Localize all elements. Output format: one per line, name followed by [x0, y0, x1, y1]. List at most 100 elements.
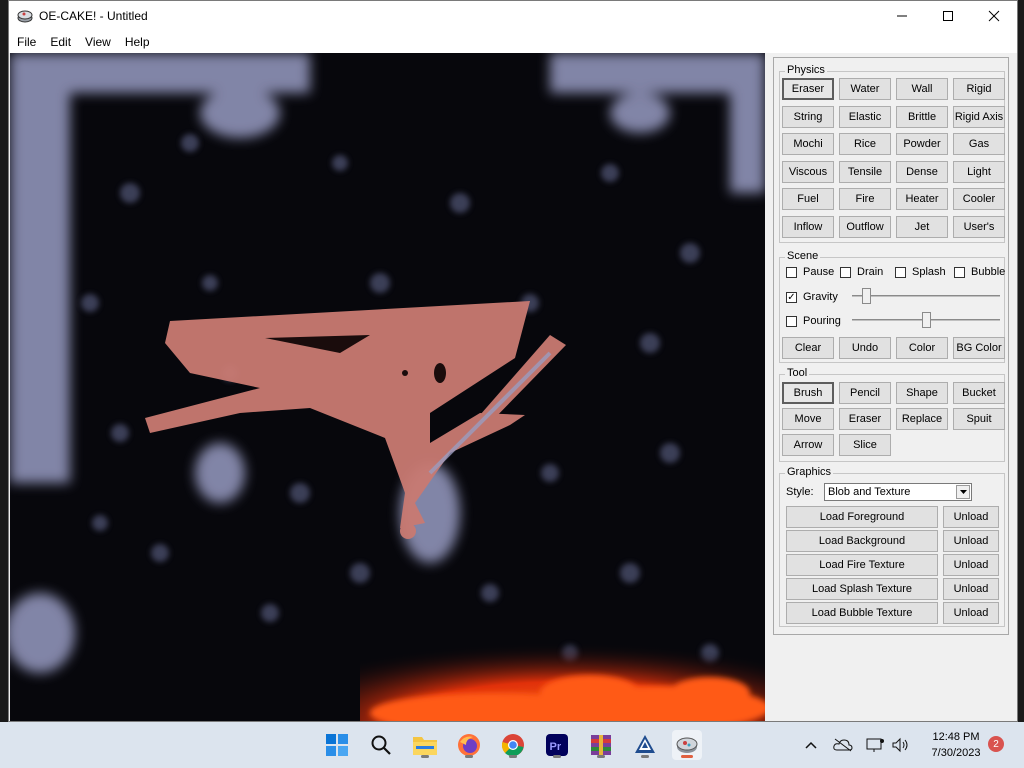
- control-panel: Physics Eraser Water Wall Rigid String Elasti…: [766, 53, 1016, 721]
- load-background-button[interactable]: Load Background: [786, 530, 938, 552]
- physics-gas-button[interactable]: Gas: [953, 133, 1005, 155]
- bubble-checkbox[interactable]: Bubble: [954, 266, 1005, 278]
- system-clock[interactable]: 12:48 PM 7/30/2023: [920, 729, 992, 761]
- tool-move-button[interactable]: Move: [782, 408, 834, 430]
- load-bubble-texture-button[interactable]: Load Bubble Texture: [786, 602, 938, 624]
- physics-elastic-button[interactable]: Elastic: [839, 105, 891, 128]
- splash-checkbox[interactable]: Splash: [895, 266, 946, 278]
- physics-inflow-button[interactable]: Inflow: [782, 215, 834, 238]
- oe-cake-app-icon: [17, 10, 33, 23]
- load-splash-texture-button[interactable]: Load Splash Texture: [786, 578, 938, 600]
- physics-brittle-button[interactable]: Brittle: [896, 105, 948, 128]
- volume-button[interactable]: [888, 730, 914, 760]
- graphics-group: Graphics Style: Blob and Texture Load Fo…: [779, 466, 1005, 627]
- pouring-slider[interactable]: [852, 312, 1000, 328]
- physics-heater-button[interactable]: Heater: [896, 188, 948, 210]
- taskbar-file-explorer[interactable]: [410, 730, 440, 760]
- unload-foreground-button[interactable]: Unload: [943, 506, 999, 528]
- physics-wall-button[interactable]: Wall: [896, 78, 948, 100]
- physics-water-button[interactable]: Water: [839, 78, 891, 100]
- unload-background-button[interactable]: Unload: [943, 530, 999, 552]
- search-button[interactable]: [366, 730, 396, 760]
- maximize-button[interactable]: [925, 1, 971, 31]
- drain-checkbox[interactable]: Drain: [840, 266, 883, 278]
- title-bar[interactable]: OE-CAKE! - Untitled: [9, 1, 1017, 31]
- clear-button[interactable]: Clear: [782, 337, 834, 359]
- taskbar-premiere-pro[interactable]: Pr: [542, 730, 572, 760]
- load-foreground-button[interactable]: Load Foreground: [786, 506, 938, 528]
- gravity-slider-thumb[interactable]: [862, 288, 871, 304]
- chevron-down-icon[interactable]: [956, 485, 970, 499]
- pause-checkbox-box: [786, 266, 797, 278]
- physics-eraser-button[interactable]: Eraser: [782, 78, 834, 100]
- display-button[interactable]: [862, 730, 888, 760]
- taskbar-firefox[interactable]: [454, 730, 484, 760]
- tool-pencil-button[interactable]: Pencil: [839, 382, 891, 404]
- physics-viscous-button[interactable]: Viscous: [782, 160, 834, 183]
- physics-rigid-button[interactable]: Rigid: [953, 78, 1005, 100]
- physics-string-button[interactable]: String: [782, 105, 834, 128]
- tool-shape-button[interactable]: Shape: [896, 382, 948, 404]
- menu-view[interactable]: View: [79, 35, 117, 49]
- tool-arrow-button[interactable]: Arrow: [782, 434, 834, 456]
- close-icon: [988, 10, 1000, 22]
- search-icon: [371, 735, 391, 755]
- load-fire-texture-button[interactable]: Load Fire Texture: [786, 554, 938, 576]
- physics-powder-button[interactable]: Powder: [896, 133, 948, 155]
- physics-group-label: Physics: [785, 64, 827, 76]
- physics-fire-button[interactable]: Fire: [839, 188, 891, 210]
- tool-eraser-button[interactable]: Eraser: [839, 408, 891, 430]
- unload-fire-texture-button[interactable]: Unload: [943, 554, 999, 576]
- pouring-checkbox-box: [786, 315, 797, 327]
- physics-user-s-button[interactable]: User's: [953, 215, 1005, 238]
- chevron-up-icon: [805, 741, 817, 749]
- menu-edit[interactable]: Edit: [44, 35, 77, 49]
- physics-rice-button[interactable]: Rice: [839, 133, 891, 155]
- physics-mochi-button[interactable]: Mochi: [782, 133, 834, 155]
- minimize-button[interactable]: [879, 1, 925, 31]
- taskbar-chrome[interactable]: [498, 730, 528, 760]
- pouring-slider-thumb[interactable]: [922, 312, 931, 328]
- physics-light-button[interactable]: Light: [953, 160, 1005, 183]
- undo-button[interactable]: Undo: [839, 337, 891, 359]
- display-icon: [866, 738, 884, 752]
- close-button[interactable]: [971, 1, 1017, 31]
- menu-help[interactable]: Help: [119, 35, 156, 49]
- physics-dense-button[interactable]: Dense: [896, 160, 948, 183]
- physics-tensile-button[interactable]: Tensile: [839, 160, 891, 183]
- running-indicator: [553, 755, 561, 758]
- physics-fuel-button[interactable]: Fuel: [782, 188, 834, 210]
- tool-bucket-button[interactable]: Bucket: [953, 382, 1005, 404]
- tool-spuit-button[interactable]: Spuit: [953, 408, 1005, 430]
- show-hidden-icons-button[interactable]: [798, 730, 824, 760]
- style-select[interactable]: Blob and Texture: [824, 483, 972, 501]
- physics-jet-button[interactable]: Jet: [896, 215, 948, 238]
- gravity-slider[interactable]: [852, 288, 1000, 304]
- splash-label: Splash: [912, 266, 946, 278]
- tool-slice-button[interactable]: Slice: [839, 434, 891, 456]
- physics-cooler-button[interactable]: Cooler: [953, 188, 1005, 210]
- pouring-checkbox[interactable]: Pouring: [786, 315, 841, 327]
- gravity-checkbox[interactable]: ✓ Gravity: [786, 291, 838, 303]
- color-button[interactable]: Color: [896, 337, 948, 359]
- cloud-offline-button[interactable]: [830, 730, 856, 760]
- taskbar-winrar[interactable]: [586, 730, 616, 760]
- tool-replace-button[interactable]: Replace: [896, 408, 948, 430]
- physics-rigid-axis-button[interactable]: Rigid Axis: [953, 105, 1005, 128]
- tool-group-label: Tool: [785, 367, 810, 379]
- window-title: OE-CAKE! - Untitled: [39, 9, 148, 23]
- simulation-canvas[interactable]: [10, 53, 765, 721]
- taskbar-oe-cake[interactable]: [672, 730, 702, 760]
- physics-outflow-button[interactable]: Outflow: [839, 215, 891, 238]
- tool-brush-button[interactable]: Brush: [782, 382, 834, 404]
- unload-splash-texture-button[interactable]: Unload: [943, 578, 999, 600]
- start-button[interactable]: [322, 730, 352, 760]
- splash-checkbox-box: [895, 266, 906, 278]
- pause-checkbox[interactable]: Pause: [786, 266, 834, 278]
- unload-bubble-texture-button[interactable]: Unload: [943, 602, 999, 624]
- notification-badge[interactable]: 2: [988, 736, 1004, 752]
- bg-color-button[interactable]: BG Color: [953, 337, 1005, 359]
- menu-file[interactable]: File: [11, 35, 42, 49]
- gravity-label: Gravity: [803, 291, 838, 303]
- taskbar-inkscape[interactable]: [630, 730, 660, 760]
